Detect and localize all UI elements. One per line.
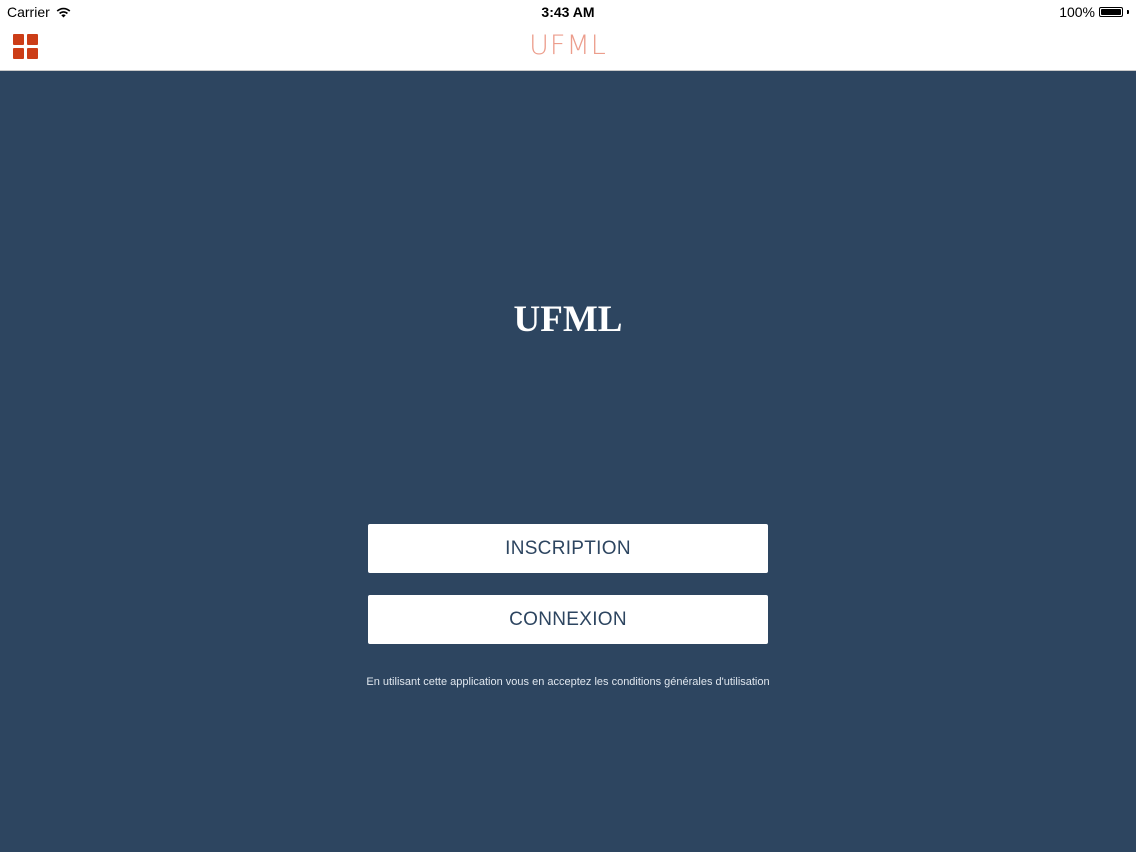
inscription-button[interactable]: INSCRIPTION [368, 524, 768, 573]
connexion-button[interactable]: CONNEXION [368, 595, 768, 644]
status-right: 100% [1059, 4, 1129, 20]
terms-text: En utilisant cette application vous en a… [366, 676, 770, 688]
battery-percent: 100% [1059, 4, 1095, 20]
status-bar: Carrier 3:43 AM 100% [0, 0, 1136, 24]
status-time: 3:43 AM [541, 4, 595, 20]
battery-icon [1099, 7, 1123, 17]
nav-bar: UFML [0, 24, 1136, 71]
nav-title: UFML [529, 30, 607, 61]
brand-title: UFML [513, 299, 623, 340]
battery-fill [1101, 9, 1121, 15]
battery-tip [1127, 10, 1129, 14]
